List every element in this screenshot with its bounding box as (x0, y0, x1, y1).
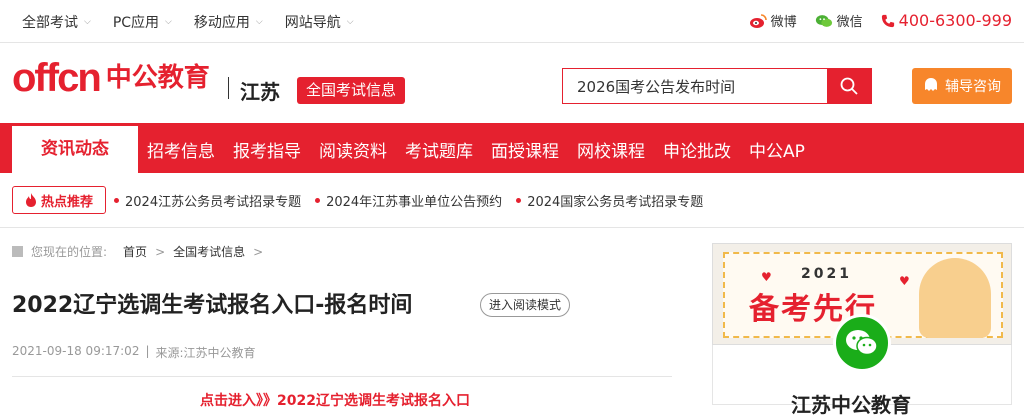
weibo-label: 微博 (770, 15, 797, 30)
article-divider (12, 376, 672, 377)
phone-link[interactable]: 400-6300-999 (881, 11, 1012, 30)
topnav-site-nav[interactable]: 网站导航 ⌵ (285, 12, 354, 32)
topnav-label: PC应用 (112, 15, 160, 31)
article-meta: 2021-09-18 09:17:02 | 来源:江苏中公教育 (12, 344, 256, 361)
chevron-down-icon: ⌵ (84, 17, 91, 27)
chat-bubble-icon (925, 78, 937, 91)
exam-info-badge[interactable]: 全国考试信息 (297, 77, 406, 104)
logo-latin-text: offcn (12, 56, 102, 100)
top-bar: 全部考试 ⌵ PC应用 ⌵ 移动应用 ⌵ 网站导航 ⌵ 微博 微信 400-6300-9… (0, 0, 1024, 43)
wechat-label: 微信 (836, 15, 863, 30)
article-source: 来源:江苏中公教育 (155, 346, 256, 360)
wechat-link[interactable]: 微信 (815, 11, 863, 30)
nav-links: 招考信息 报考指导 阅读资料 考试题库 面授课程 网校课程 申论批改 中公AP (147, 137, 823, 162)
article-title: 2022辽宁选调生考试报名入口-报名时间 (12, 293, 413, 318)
nav-item-classroom[interactable]: 面授课程 (491, 137, 559, 162)
main-nav: 资讯动态 招考信息 报考指导 阅读资料 考试题库 面授课程 网校课程 申论批改 … (0, 123, 1024, 173)
weibo-icon (749, 13, 767, 28)
logo-chinese-text: 中公教育 (105, 63, 210, 93)
sidebar-org-name: 江苏中公教育 (791, 393, 911, 417)
search-button[interactable] (827, 69, 871, 103)
breadcrumb-separator: > (155, 244, 166, 259)
nav-tab-news[interactable]: 资讯动态 (12, 126, 138, 173)
topnav-label: 移动应用 (193, 15, 250, 31)
offcn-logo[interactable]: offcn 中公教育 (12, 56, 210, 100)
breadcrumb-section[interactable]: 全国考试信息 (173, 243, 245, 260)
breadcrumb-home[interactable]: 首页 (123, 243, 147, 260)
phone-number: 400-6300-999 (898, 11, 1012, 30)
article-cta-link[interactable]: 点击进入》》2022辽宁选调生考试报名入口 (200, 390, 470, 410)
topnav-label: 全部考试 (22, 15, 78, 31)
heart-icon: ♥ (761, 270, 772, 284)
hot-links: 2024江苏公务员考试招录专题 2024年江苏事业单位公告预约 2024国家公务… (114, 191, 717, 210)
consult-label: 辅导咨询 (945, 79, 1001, 95)
location-icon (12, 246, 23, 257)
mascot-illustration (919, 258, 991, 338)
top-right-links: 微博 微信 400-6300-999 (731, 11, 1012, 30)
nav-item-online[interactable]: 网校课程 (577, 137, 645, 162)
bullet-icon (315, 198, 321, 203)
consult-button[interactable]: 辅导咨询 (912, 68, 1012, 104)
nav-item-question-bank[interactable]: 考试题库 (405, 137, 473, 162)
topnav-pc-apps[interactable]: PC应用 ⌵ (113, 12, 172, 32)
hot-link[interactable]: 2024年江苏事业单位公告预约 (315, 191, 502, 210)
search-input[interactable] (563, 69, 827, 103)
hot-badge-label: 热点推荐 (40, 194, 93, 210)
sidebar-card: 江苏中公教育 (712, 345, 1012, 417)
logo-divider (228, 77, 229, 99)
heart-icon: ♥ (899, 274, 910, 288)
nav-item-recruit[interactable]: 招考信息 (147, 137, 215, 162)
topnav-mobile-apps[interactable]: 移动应用 ⌵ (194, 12, 263, 32)
chevron-down-icon: ⌵ (255, 17, 263, 27)
topnav-all-exams[interactable]: 全部考试 ⌵ (22, 12, 91, 32)
chevron-down-icon: ⌵ (165, 17, 172, 27)
breadcrumb: 您现在的位置: 首页 > 全国考试信息 > (12, 243, 271, 260)
top-nav: 全部考试 ⌵ PC应用 ⌵ 移动应用 ⌵ 网站导航 ⌵ (22, 12, 376, 32)
article-date: 2021-09-18 09:17:02 (12, 344, 140, 358)
bullet-icon (114, 198, 119, 203)
weibo-link[interactable]: 微博 (749, 11, 797, 30)
read-mode-button[interactable]: 进入阅读模式 (480, 293, 571, 317)
phone-icon (881, 14, 894, 27)
nav-item-guide[interactable]: 报考指导 (233, 137, 301, 162)
search-icon (840, 77, 858, 95)
meta-separator: | (145, 344, 150, 358)
search-box (562, 68, 872, 104)
header: offcn 中公教育 江苏 全国考试信息 辅导咨询 (0, 44, 1024, 123)
bullet-icon (516, 198, 522, 203)
hot-link-label: 2024国家公务员考试招录专题 (527, 195, 704, 210)
hot-link[interactable]: 2024国家公务员考试招录专题 (516, 191, 703, 210)
nav-item-reading[interactable]: 阅读资料 (319, 137, 387, 162)
nav-item-essay[interactable]: 申论批改 (663, 137, 731, 162)
hot-topics-bar: 热点推荐 2024江苏公务员考试招录专题 2024年江苏事业单位公告预约 202… (0, 173, 1024, 228)
breadcrumb-prefix: 您现在的位置: (31, 245, 108, 259)
nav-item-app[interactable]: 中公AP (749, 137, 805, 162)
flame-icon (25, 193, 36, 207)
banner-year: 2021 (801, 266, 852, 282)
breadcrumb-separator: > (253, 244, 264, 259)
hot-link[interactable]: 2024江苏公务员考试招录专题 (114, 191, 301, 210)
province-label: 江苏 (240, 80, 280, 104)
chevron-down-icon: ⌵ (346, 17, 354, 27)
topnav-label: 网站导航 (284, 15, 341, 31)
hot-link-label: 2024江苏公务员考试招录专题 (125, 195, 302, 210)
hot-link-label: 2024年江苏事业单位公告预约 (326, 195, 503, 210)
wechat-icon (815, 14, 832, 27)
hot-badge: 热点推荐 (12, 186, 106, 214)
